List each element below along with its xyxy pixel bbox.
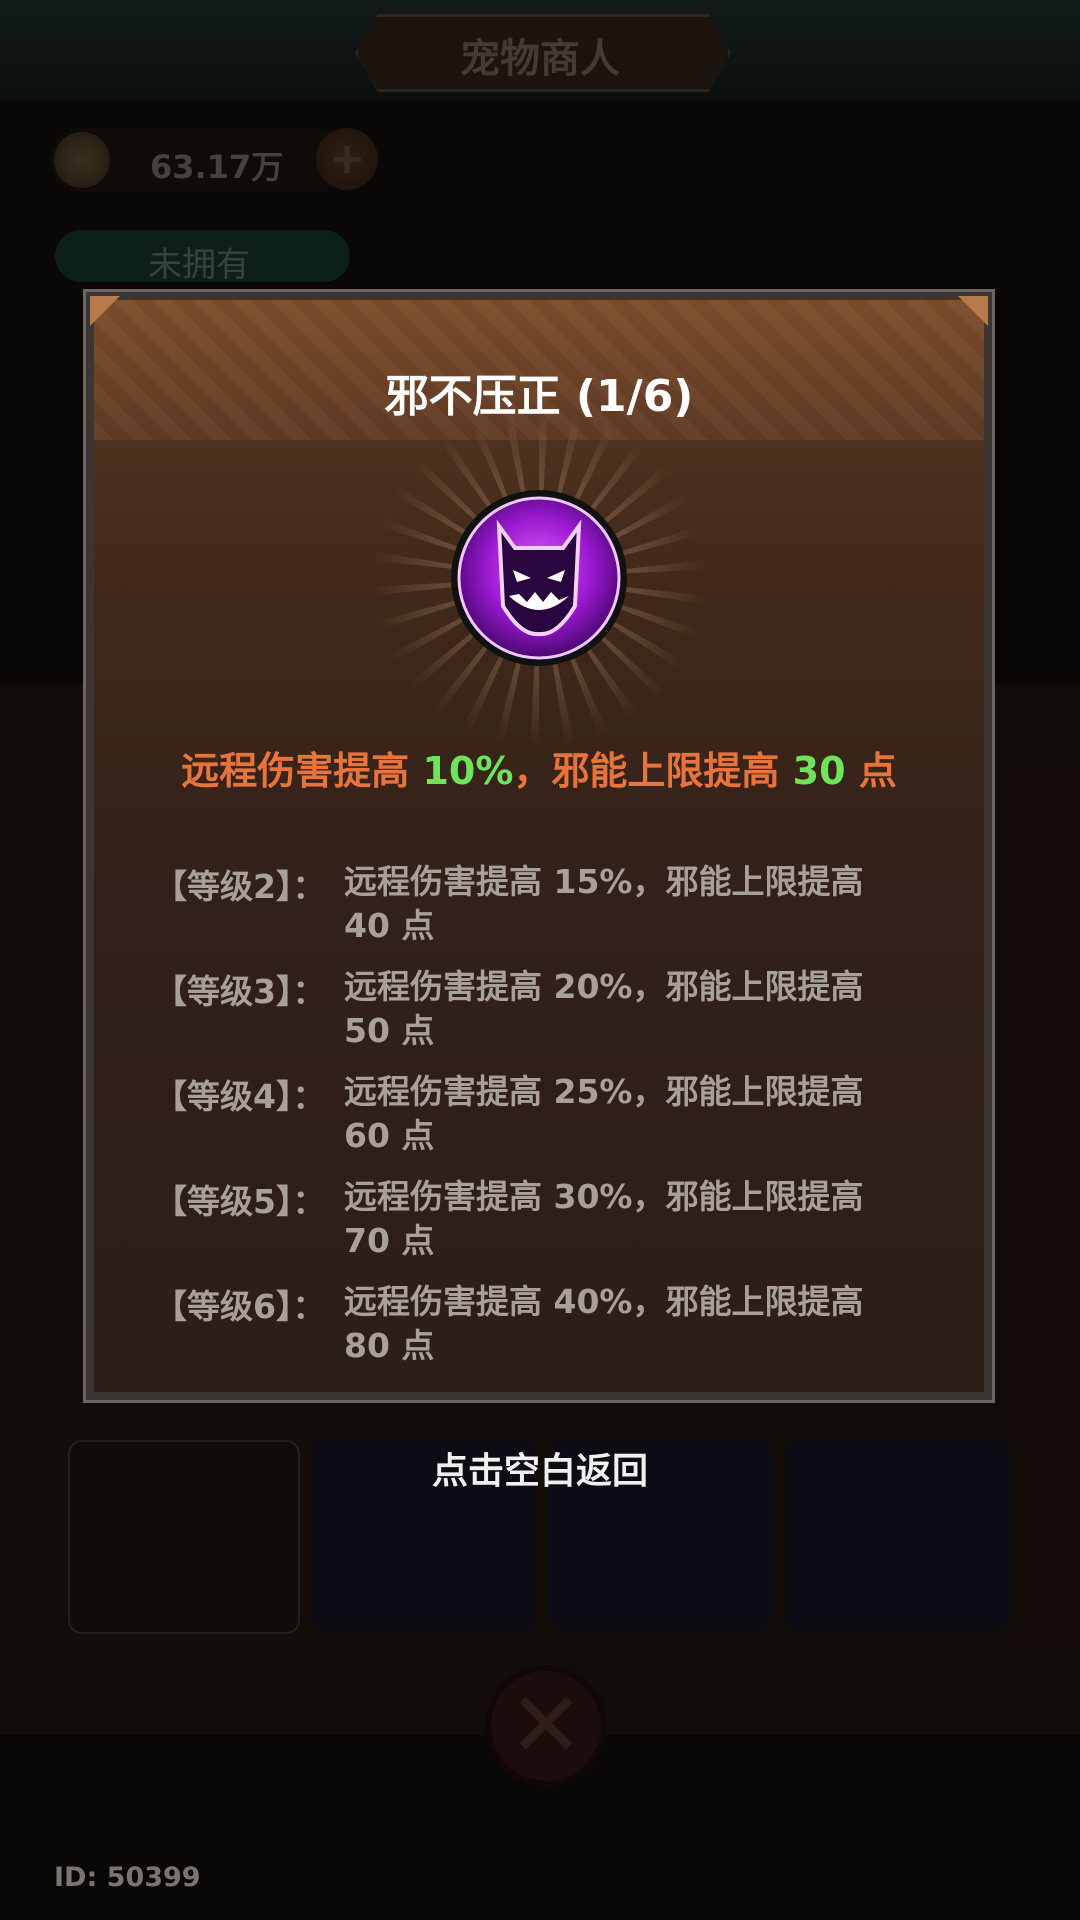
level-desc-line1: 远程伤害提高 25%，邪能上限提高 [344, 1072, 864, 1111]
level-desc-line2: 50 点 [344, 1011, 435, 1050]
tap-to-return-hint: 点击空白返回 [431, 1451, 648, 1492]
corner-ornament [90, 296, 120, 326]
level-row: 【等级5】： 远程伤害提高 30%，邪能上限提高 70 点 [154, 1175, 934, 1280]
user-id: ID: 50399 [54, 1862, 201, 1893]
level-desc-line2: 40 点 [344, 906, 435, 945]
corner-ornament [958, 296, 988, 326]
level-tag: 【等级6】： [154, 1287, 326, 1326]
summary-suffix: 点 [845, 749, 897, 793]
level-list: 【等级2】： 远程伤害提高 15%，邪能上限提高 40 点 【等级3】： 远程伤害… [154, 860, 934, 1385]
damage-value: 10% [422, 749, 514, 793]
level-desc-line2: 80 点 [344, 1326, 435, 1365]
current-effect-text: 远程伤害提高 10%，邪能上限提高 30 点 [94, 740, 984, 795]
level-row: 【等级4】： 远程伤害提高 25%，邪能上限提高 60 点 [154, 1070, 934, 1175]
level-row: 【等级6】： 远程伤害提高 40%，邪能上限提高 80 点 [154, 1280, 934, 1385]
level-desc-line1: 远程伤害提高 30%，邪能上限提高 [344, 1177, 864, 1216]
level-desc-line2: 60 点 [344, 1116, 435, 1155]
skill-detail-popup: 邪不压正 (1/6) 远程伤害提高 10%，邪能上限提高 30 点 【等级2】：… [83, 289, 995, 1403]
level-tag: 【等级2】： [154, 867, 326, 906]
summary-middle: ，邪能上限提高 [513, 749, 793, 793]
summary-prefix: 远程伤害提高 [181, 749, 423, 793]
level-tag: 【等级3】： [154, 972, 326, 1011]
skill-icon-container [367, 406, 711, 750]
level-desc-line1: 远程伤害提高 15%，邪能上限提高 [344, 862, 864, 901]
level-desc-line1: 远程伤害提高 20%，邪能上限提高 [344, 967, 864, 1006]
level-tag: 【等级5】： [154, 1182, 326, 1221]
level-description: 远程伤害提高 20%，邪能上限提高 50 点 [344, 965, 924, 1053]
level-description: 远程伤害提高 40%，邪能上限提高 80 点 [344, 1280, 924, 1368]
level-row: 【等级3】： 远程伤害提高 20%，邪能上限提高 50 点 [154, 965, 934, 1070]
level-desc-line2: 70 点 [344, 1221, 435, 1260]
demon-mask-icon [451, 490, 627, 666]
energy-value: 30 [792, 749, 846, 793]
level-description: 远程伤害提高 30%，邪能上限提高 70 点 [344, 1175, 924, 1263]
level-desc-line1: 远程伤害提高 40%，邪能上限提高 [344, 1282, 864, 1321]
level-description: 远程伤害提高 25%，邪能上限提高 60 点 [344, 1070, 924, 1158]
level-description: 远程伤害提高 15%，邪能上限提高 40 点 [344, 860, 924, 948]
level-row: 【等级2】： 远程伤害提高 15%，邪能上限提高 40 点 [154, 860, 934, 965]
level-tag: 【等级4】： [154, 1077, 326, 1116]
